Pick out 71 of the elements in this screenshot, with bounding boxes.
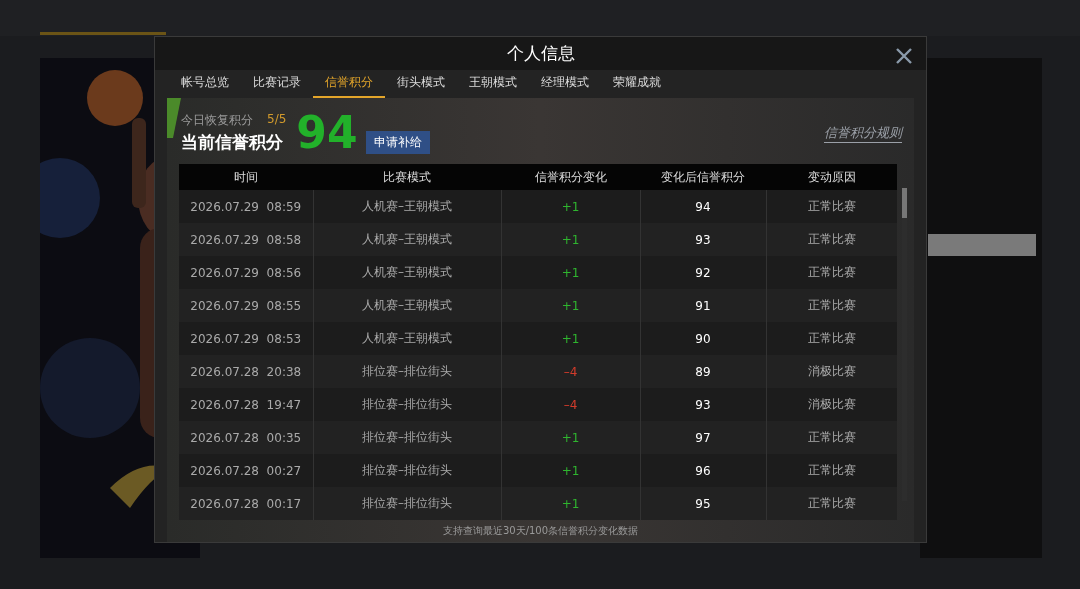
table-cell: 93: [640, 223, 766, 256]
table-cell: 2026.07.29 08:58: [179, 223, 313, 256]
table-cell: 人机赛–王朝模式: [313, 289, 501, 322]
table-cell: 2026.07.29 08:59: [179, 190, 313, 223]
table-cell: 消极比赛: [766, 388, 897, 421]
table-cell: 人机赛–王朝模式: [313, 190, 501, 223]
score-change: –4: [563, 364, 578, 379]
tab[interactable]: 经理模式: [529, 69, 601, 98]
table-cell: 2026.07.28 20:38: [179, 355, 313, 388]
table-cell: 人机赛–王朝模式: [313, 322, 501, 355]
tab[interactable]: 王朝模式: [457, 69, 529, 98]
table-cell: 正常比赛: [766, 223, 897, 256]
tab[interactable]: 比赛记录: [241, 69, 313, 98]
table-cell: 95: [640, 487, 766, 520]
footer-note: 支持查询最近30天/100条信誉积分变化数据: [441, 524, 640, 538]
table-cell: 2026.07.29 08:55: [179, 289, 313, 322]
recover-value: 5/5: [267, 112, 287, 128]
close-button[interactable]: [894, 46, 914, 66]
score-change: +1: [561, 265, 580, 280]
score-change: –4: [563, 397, 578, 412]
table-cell: 正常比赛: [766, 190, 897, 223]
tab[interactable]: 街头模式: [385, 69, 457, 98]
table-cell: 2026.07.28 00:27: [179, 454, 313, 487]
table-cell: 正常比赛: [766, 421, 897, 454]
score-change: +1: [561, 496, 580, 511]
table-cell: 2026.07.28 00:17: [179, 487, 313, 520]
column-header: 信誉积分变化: [501, 164, 640, 190]
table-cell: 97: [640, 421, 766, 454]
column-header: 变动原因: [766, 164, 897, 190]
column-header: 变化后信誉积分: [640, 164, 766, 190]
table-cell: 正常比赛: [766, 289, 897, 322]
table-cell: 排位赛–排位街头: [313, 454, 501, 487]
table-cell: 排位赛–排位街头: [313, 421, 501, 454]
apply-button[interactable]: 申请补给: [365, 131, 430, 154]
table-cell: 2026.07.28 00:35: [179, 421, 313, 454]
table-cell: 正常比赛: [766, 322, 897, 355]
column-header: 时间: [179, 164, 313, 190]
score-change: +1: [561, 331, 580, 346]
table-cell: 94: [640, 190, 766, 223]
current-score-label: 当前信誉积分: [181, 131, 284, 154]
table-cell: 90: [640, 322, 766, 355]
rules-link[interactable]: 信誉积分规则: [824, 123, 902, 143]
score-change: +1: [561, 199, 580, 214]
table-cell: 消极比赛: [766, 355, 897, 388]
dialog-title: 个人信息: [506, 41, 575, 65]
table-cell: 92: [640, 256, 766, 289]
table-cell: 89: [640, 355, 766, 388]
table-cell: 2026.07.29 08:53: [179, 322, 313, 355]
table-cell: 人机赛–王朝模式: [313, 256, 501, 289]
table-cell: 2026.07.28 19:47: [179, 388, 313, 421]
table-cell: 正常比赛: [766, 454, 897, 487]
recover-label: 今日恢复积分: [181, 112, 253, 129]
table-cell: 排位赛–排位街头: [313, 388, 501, 421]
table-cell: 91: [640, 289, 766, 322]
table-cell: 96: [640, 454, 766, 487]
table-cell: 2026.07.29 08:56: [179, 256, 313, 289]
current-score: 94: [296, 111, 358, 155]
score-change: +1: [561, 463, 580, 478]
close-icon: [894, 46, 914, 66]
column-header: 比赛模式: [313, 164, 501, 190]
tab[interactable]: 帐号总览: [169, 69, 241, 98]
table-cell: 排位赛–排位街头: [313, 355, 501, 388]
table-cell: 正常比赛: [766, 487, 897, 520]
table-cell: 人机赛–王朝模式: [313, 223, 501, 256]
score-change: +1: [561, 430, 580, 445]
table-cell: 排位赛–排位街头: [313, 487, 501, 520]
tab[interactable]: 荣耀成就: [601, 69, 673, 98]
table-cell: 93: [640, 388, 766, 421]
score-change: +1: [561, 298, 580, 313]
table-cell: 正常比赛: [766, 256, 897, 289]
score-change: +1: [561, 232, 580, 247]
